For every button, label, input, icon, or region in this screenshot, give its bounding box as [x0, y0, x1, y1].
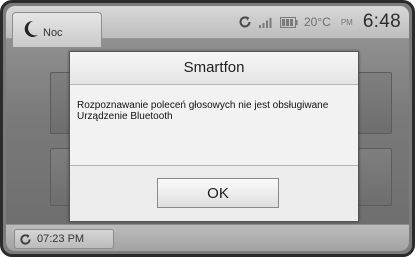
refresh-icon	[19, 233, 32, 246]
mode-tab[interactable]: Noc	[12, 12, 102, 47]
dialog-message-line: Rozpoznawanie poleceń głosowych nie jest…	[77, 100, 329, 111]
bottom-bar: 07:23 PM	[6, 224, 409, 251]
refresh-icon	[238, 15, 252, 29]
dialog-title: Smartfon	[183, 59, 245, 76]
ampm-indicator: PM	[340, 17, 353, 27]
background-tile	[358, 148, 392, 206]
bottom-time-button[interactable]: 07:23 PM	[14, 229, 114, 249]
clock: 6:48	[362, 11, 401, 32]
dialog-header: Smartfon	[70, 52, 358, 85]
smartphone-dialog: Smartfon Rozpoznawanie poleceń głosowych…	[69, 51, 359, 222]
ok-button[interactable]: OK	[157, 178, 279, 208]
background-tile	[358, 72, 392, 134]
dialog-message: Rozpoznawanie poleceń głosowych nie jest…	[77, 100, 349, 122]
dialog-message-line: Urządzenie Bluetooth	[77, 111, 173, 122]
bottom-time-label: 07:23 PM	[37, 233, 85, 245]
dialog-footer: OK	[70, 165, 358, 221]
battery-icon	[280, 16, 298, 28]
moon-icon	[23, 20, 39, 38]
mode-label: Noc	[43, 27, 63, 39]
signal-bars-icon	[258, 16, 274, 28]
temperature: 20°C	[304, 15, 331, 29]
status-indicators: 20°C PM 6:48	[238, 10, 401, 34]
